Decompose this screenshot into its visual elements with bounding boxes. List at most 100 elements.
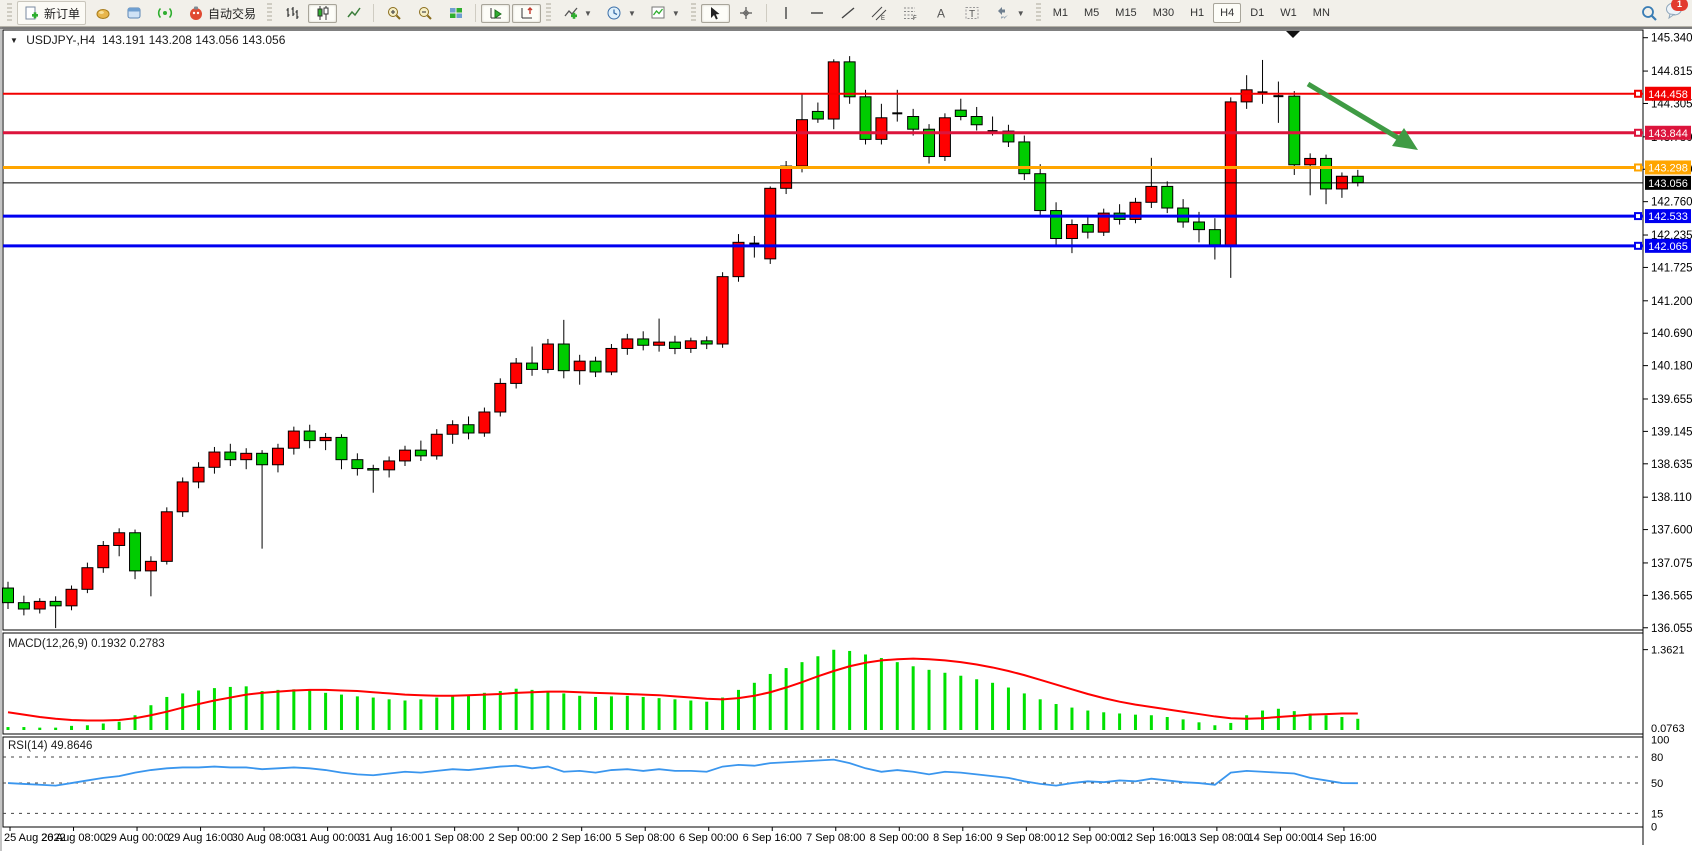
candle-bull <box>384 461 395 470</box>
macd-histogram-bar <box>737 690 740 730</box>
zoom-in-icon[interactable] <box>379 4 408 23</box>
periods-button[interactable]: ▼ <box>600 1 642 25</box>
crosshair-tool-icon[interactable] <box>732 4 761 23</box>
candle-bear <box>1194 222 1205 230</box>
rsi-level-label: 15 <box>1651 808 1663 820</box>
time-tick-label: 2 Sep 00:00 <box>488 832 547 844</box>
arrows-tool-button[interactable]: ▼ <box>989 1 1031 25</box>
cursor-tool-icon[interactable] <box>701 4 730 23</box>
timeframe-D1[interactable]: D1 <box>1243 3 1271 23</box>
timeframe-M30[interactable]: M30 <box>1146 3 1181 23</box>
chart-profile-icon[interactable] <box>88 4 117 23</box>
candle-bull <box>574 361 585 371</box>
quick-trade-collapse-icon[interactable]: ▼ <box>10 36 18 45</box>
candle-bull <box>447 425 458 435</box>
rsi-level-label: 0 <box>1651 821 1657 833</box>
hline-handle-dot <box>1636 165 1640 169</box>
indicators-button[interactable]: ▼ <box>556 1 598 25</box>
timeframe-M1[interactable]: M1 <box>1046 3 1075 23</box>
timeframe-H4[interactable]: H4 <box>1213 3 1241 23</box>
candle-bull <box>193 467 204 482</box>
macd-histogram-bar <box>7 727 10 730</box>
timeframe-MN[interactable]: MN <box>1306 3 1337 23</box>
trendline-tool-icon[interactable] <box>834 4 863 23</box>
signals-icon[interactable] <box>150 4 179 23</box>
timeframe-M15[interactable]: M15 <box>1108 3 1143 23</box>
price-tick-label: 145.340 <box>1651 33 1692 45</box>
toolbar-grip[interactable] <box>546 3 551 23</box>
toolbar-grip[interactable] <box>1036 3 1041 23</box>
macd-histogram-bar <box>1118 713 1121 730</box>
time-tick-label: 12 Sep 00:00 <box>1057 832 1122 844</box>
chart-canvas[interactable]: 145.340144.815144.305143.780143.270142.7… <box>0 27 1692 851</box>
candle-bull <box>34 601 45 609</box>
text-tool-icon[interactable]: A <box>927 4 956 23</box>
macd-histogram-bar <box>912 666 915 730</box>
zoom-out-icon[interactable] <box>410 4 439 23</box>
macd-histogram-bar <box>499 691 502 730</box>
macd-histogram-bar <box>1102 712 1105 730</box>
macd-histogram-bar <box>451 696 454 730</box>
bar-chart-mode-icon[interactable] <box>277 4 306 23</box>
auto-trading-button[interactable]: 自动交易 <box>181 1 262 25</box>
macd-histogram-bar <box>578 696 581 730</box>
vertical-line-tool-icon[interactable] <box>772 4 801 23</box>
new-order-button[interactable]: 新订单 <box>17 1 86 25</box>
macd-histogram-bar <box>801 662 804 730</box>
main-chart-panel[interactable] <box>3 30 1643 630</box>
templates-button[interactable]: ▼ <box>644 1 686 25</box>
horizontal-line-tool-icon[interactable] <box>803 4 832 23</box>
macd-histogram-bar <box>419 699 422 730</box>
macd-histogram-bar <box>86 725 89 730</box>
time-tick-label: 29 Aug 00:00 <box>105 832 170 844</box>
candle-bull <box>1146 186 1157 202</box>
candle-bull <box>431 434 442 456</box>
macd-histogram-bar <box>991 683 994 730</box>
notifications-button[interactable]: 1 <box>1665 2 1682 25</box>
hline-price-label: 144.458 <box>1648 89 1688 101</box>
search-icon[interactable] <box>1640 5 1657 22</box>
hline-handle-dot <box>1636 92 1640 96</box>
candle-bull <box>717 277 728 344</box>
candle-bear <box>50 601 61 605</box>
macd-histogram-bar <box>1150 715 1153 730</box>
macd-panel[interactable] <box>3 633 1643 734</box>
toolbar-grip[interactable] <box>7 3 12 23</box>
template-icon <box>650 5 667 22</box>
candle-bear <box>415 450 426 456</box>
rsi-level-label: 80 <box>1651 752 1663 764</box>
timeframe-M5[interactable]: M5 <box>1077 3 1106 23</box>
macd-axis-min-label: 0.0763 <box>1651 723 1685 735</box>
hline-price-label: 143.298 <box>1648 162 1688 174</box>
toolbar-grip[interactable] <box>267 3 272 23</box>
candle-bull <box>733 242 744 276</box>
candle-bull <box>400 450 411 461</box>
candle-bear <box>257 453 268 464</box>
macd-histogram-bar <box>1309 713 1312 730</box>
hline-price-label: 142.065 <box>1648 241 1688 253</box>
candlestick-mode-icon[interactable] <box>308 4 337 23</box>
price-tick-label: 136.055 <box>1651 623 1692 635</box>
auto-scroll-icon[interactable] <box>481 4 510 23</box>
fibonacci-tool-icon[interactable]: F <box>896 4 925 23</box>
macd-histogram-bar <box>1229 723 1232 730</box>
timeframe-W1[interactable]: W1 <box>1273 3 1304 23</box>
macd-histogram-bar <box>562 693 565 730</box>
arrows-tool-icon <box>995 5 1012 22</box>
macd-histogram-bar <box>229 687 232 730</box>
macd-histogram-bar <box>197 690 200 730</box>
tile-windows-icon[interactable] <box>441 4 470 23</box>
chart-shift-icon[interactable] <box>512 4 541 23</box>
line-chart-mode-icon[interactable] <box>339 4 368 23</box>
timeframe-H1[interactable]: H1 <box>1183 3 1211 23</box>
macd-histogram-bar <box>769 674 772 730</box>
label-tool-icon[interactable]: T <box>958 4 987 23</box>
macd-histogram-bar <box>165 697 168 730</box>
channel-tool-icon[interactable]: E <box>865 4 894 23</box>
time-tick-label: 31 Aug 16:00 <box>359 832 424 844</box>
price-tick-label: 140.690 <box>1651 328 1692 340</box>
toolbar-grip[interactable] <box>691 3 696 23</box>
toolbar-separator <box>766 4 767 22</box>
market-watch-icon[interactable] <box>119 4 148 23</box>
macd-histogram-bar <box>848 651 851 730</box>
